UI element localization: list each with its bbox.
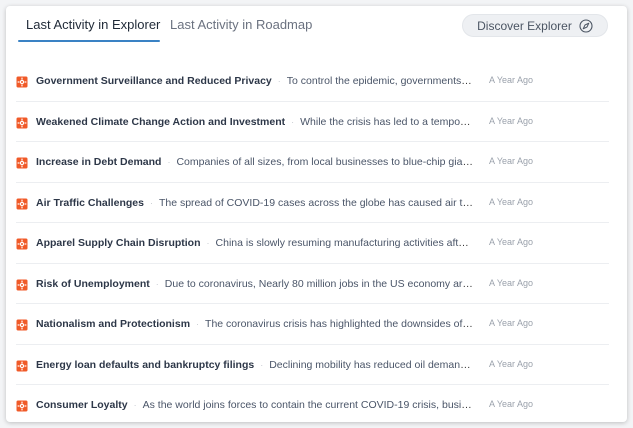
list-item-text: Apparel Supply Chain Disruption · China is… xyxy=(36,236,474,250)
list-item-timestamp: A Year Ago xyxy=(489,115,534,126)
list-item-text: Energy loan defaults and bankruptcy fili… xyxy=(36,358,474,372)
virus-icon xyxy=(16,278,28,290)
list-item-timestamp: A Year Ago xyxy=(489,358,534,369)
list-item-description: China is slowly resuming manufacturing a… xyxy=(215,237,474,249)
list-item-title[interactable]: Energy loan defaults and bankruptcy fili… xyxy=(36,359,254,371)
list-item-description: Companies of all sizes, from local busin… xyxy=(176,156,474,168)
list-item[interactable]: Risk of Unemployment · Due to coronavirus,… xyxy=(6,264,627,305)
virus-icon xyxy=(16,116,28,128)
list-item-timestamp: A Year Ago xyxy=(489,318,534,328)
virus-icon xyxy=(16,75,28,88)
separator-dot: · xyxy=(206,238,210,248)
list-item-title[interactable]: Air Traffic Challenges xyxy=(36,197,144,209)
virus-icon xyxy=(16,318,28,331)
list-item[interactable]: Government Surveillance and Reduced Priv… xyxy=(6,61,627,102)
virus-icon xyxy=(16,197,28,209)
discover-explorer-button[interactable]: Discover Explorer xyxy=(462,14,608,37)
list-item-title[interactable]: Consumer Loyalty xyxy=(36,399,128,411)
list-item-description: Due to coronavirus, Nearly 80 million jo… xyxy=(164,277,474,290)
list-item-description: The spread of COVID-19 cases across the … xyxy=(158,196,474,209)
virus-icon xyxy=(16,237,28,250)
list-item-title[interactable]: Increase in Debt Demand xyxy=(36,156,161,168)
list-item-title[interactable]: Apparel Supply Chain Disruption xyxy=(36,237,201,249)
list-item-timestamp: A Year Ago xyxy=(489,277,534,288)
list-item[interactable]: Increase in Debt Demand · Companies of all… xyxy=(6,142,627,183)
list-item[interactable]: Weakened Climate Change Action and Inves… xyxy=(6,102,627,143)
list-item-text: Government Surveillance and Reduced Priv… xyxy=(36,74,474,88)
tab-last-activity-roadmap[interactable]: Last Activity in Roadmap xyxy=(170,16,312,42)
list-item-title[interactable]: Weakened Climate Change Action and Inves… xyxy=(36,116,285,128)
list-item-timestamp: A Year Ago xyxy=(489,75,534,85)
list-item-title[interactable]: Nationalism and Protectionism xyxy=(36,318,190,330)
list-item-title[interactable]: Government Surveillance and Reduced Priv… xyxy=(36,75,272,87)
active-tab-indicator xyxy=(18,40,160,42)
activity-list: Government Surveillance and Reduced Priv… xyxy=(6,61,627,422)
list-item-text: Consumer Loyalty · As the world joins forc… xyxy=(36,398,474,412)
separator-dot: · xyxy=(155,278,159,289)
list-item-description: Declining mobility has reduced oil deman… xyxy=(269,358,474,371)
virus-icon xyxy=(16,156,28,169)
list-item-description: The coronavirus crisis has highlighted t… xyxy=(205,318,474,330)
list-item[interactable]: Consumer Loyalty · As the world joins forc… xyxy=(6,385,627,422)
separator-dot: · xyxy=(291,116,295,127)
list-item[interactable]: Energy loan defaults and bankruptcy fili… xyxy=(6,345,627,386)
list-item-description: As the world joins forces to contain the… xyxy=(142,399,474,411)
separator-dot: · xyxy=(196,319,200,329)
list-item-description: While the crisis has led to a temporary … xyxy=(300,115,474,128)
separator-dot: · xyxy=(260,359,264,370)
list-item-text: Air Traffic Challenges · The spread of COV… xyxy=(36,196,474,210)
separator-dot: · xyxy=(133,400,137,410)
discover-explorer-label: Discover Explorer xyxy=(477,18,572,33)
list-item[interactable]: Apparel Supply Chain Disruption · China is… xyxy=(6,223,627,264)
list-item-timestamp: A Year Ago xyxy=(489,196,534,207)
separator-dot: · xyxy=(149,197,153,208)
activity-card: Last Activity in Explorer Last Activity … xyxy=(6,6,627,422)
list-item-title[interactable]: Risk of Unemployment xyxy=(36,278,150,290)
separator-dot: · xyxy=(277,76,281,86)
list-item[interactable]: Nationalism and Protectionism · The corona… xyxy=(6,304,627,345)
list-item[interactable]: Air Traffic Challenges · The spread of COV… xyxy=(6,183,627,224)
compass-icon xyxy=(579,18,593,33)
list-item-timestamp: A Year Ago xyxy=(489,156,534,166)
list-item-timestamp: A Year Ago xyxy=(489,399,534,409)
tab-bar: Last Activity in Explorer Last Activity … xyxy=(6,6,627,46)
virus-icon xyxy=(16,359,28,371)
virus-icon xyxy=(16,399,28,412)
list-item-timestamp: A Year Ago xyxy=(489,237,534,247)
separator-dot: · xyxy=(167,157,171,167)
tab-last-activity-explorer[interactable]: Last Activity in Explorer xyxy=(26,16,160,42)
list-item-text: Risk of Unemployment · Due to coronavirus,… xyxy=(36,277,474,291)
list-item-text: Increase in Debt Demand · Companies of all… xyxy=(36,155,474,169)
list-item-text: Nationalism and Protectionism · The corona… xyxy=(36,317,474,331)
list-item-description: To control the epidemic, governments are… xyxy=(286,75,474,87)
list-item-text: Weakened Climate Change Action and Inves… xyxy=(36,115,474,129)
